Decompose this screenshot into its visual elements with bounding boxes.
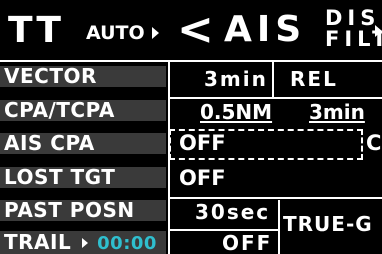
ais-display-filter-tile[interactable]: AIS DISP FILT	[217, 0, 382, 58]
lost-tgt-value[interactable]: OFF	[179, 168, 226, 189]
back-arrow-icon: <	[177, 4, 214, 55]
past-posn-mode-divider	[278, 200, 280, 254]
back-button[interactable]: <	[171, 0, 215, 58]
caret-right-icon	[81, 238, 88, 248]
tt-mode-tile[interactable]: TT AUTO	[0, 0, 169, 58]
cpa-distance-value[interactable]: 0.5NM	[200, 102, 272, 123]
trail-text: TRAIL	[4, 230, 72, 254]
vector-time-value[interactable]: 3min	[204, 69, 268, 90]
ais-cpa-value: OFF	[179, 131, 226, 155]
tt-title: TT	[8, 10, 64, 51]
disp-text: DISP	[325, 6, 382, 30]
cpa-tcpa-label: CPA/TCPA	[0, 100, 166, 121]
trail-label: TRAIL 00:00	[0, 231, 166, 254]
auto-value: AUTO	[86, 22, 145, 44]
row-divider	[170, 197, 382, 199]
radar-settings-panel: TT AUTO < AIS DISP FILT VECTOR CPA/TCPA …	[0, 0, 382, 254]
trail-value[interactable]: OFF	[222, 233, 272, 254]
vector-mode-divider	[272, 60, 274, 98]
ais-title: AIS	[224, 9, 307, 50]
caret-right-icon	[152, 27, 159, 39]
ais-cpa-selection-box[interactable]: OFF	[169, 129, 363, 160]
past-posn-time-value[interactable]: 30sec	[195, 202, 270, 223]
row-divider	[170, 97, 382, 99]
disp-filt-label: DISP FILT	[325, 8, 382, 50]
vector-label: VECTOR	[0, 66, 166, 87]
lost-tgt-label: LOST TGT	[0, 167, 166, 188]
vector-mode-value[interactable]: REL	[290, 69, 338, 90]
ais-cpa-side-mark: C	[366, 131, 382, 155]
ais-cpa-label: AIS CPA	[0, 133, 166, 154]
trail-time: 00:00	[97, 233, 157, 254]
tcpa-time-value[interactable]: 3min	[309, 102, 365, 123]
past-posn-mode-value[interactable]: TRUE-G	[283, 214, 373, 235]
caret-right-icon	[375, 25, 382, 37]
filt-text: FILT	[325, 27, 382, 51]
header-divider	[0, 60, 382, 62]
past-posn-label: PAST POSN	[0, 200, 166, 221]
